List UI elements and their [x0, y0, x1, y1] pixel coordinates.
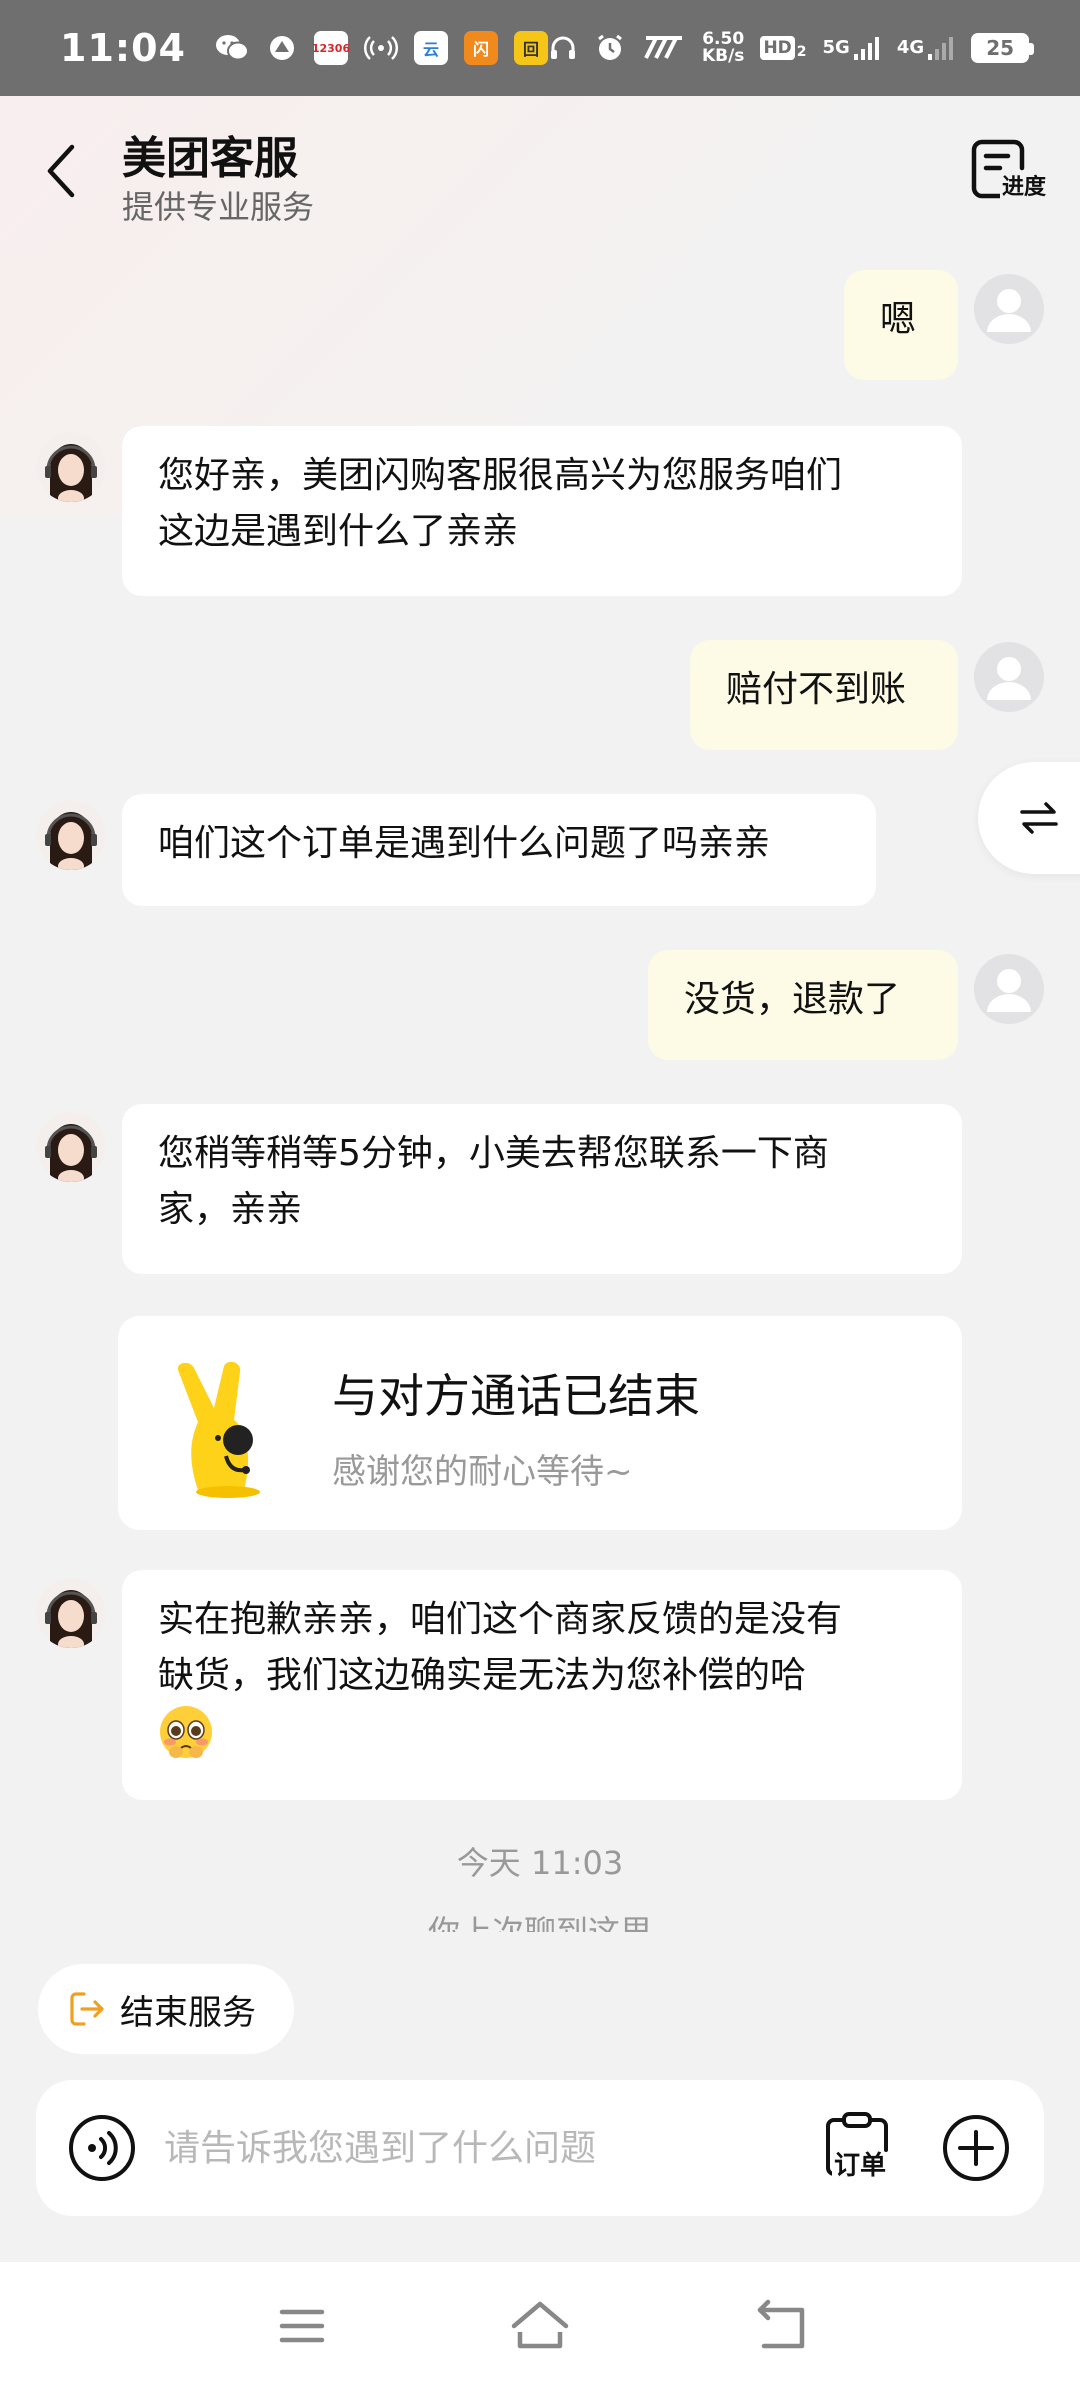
- chat-header: 美团客服 提供专业服务 进度: [0, 96, 1080, 246]
- message-text-line: 咱们这个订单是遇到什么问题了吗亲亲: [158, 823, 771, 864]
- call-ended-card[interactable]: 与对方通话已结束 感谢您的耐心等待~: [118, 1316, 962, 1530]
- agent-avatar[interactable]: [36, 800, 106, 870]
- back-nav-button[interactable]: [752, 2298, 812, 2354]
- cloud-app-icon: 云: [413, 31, 448, 65]
- nfc-icon: [642, 34, 686, 62]
- history-hint: 你上次聊到这里: [0, 1906, 1080, 1932]
- message-text: 没货，退款了: [684, 979, 901, 1020]
- user-avatar[interactable]: [974, 274, 1044, 344]
- message-text-line: 您稍等稍等5分钟，小美去帮您联系一下商: [158, 1133, 829, 1174]
- agent-avatar[interactable]: [36, 1112, 106, 1182]
- agent-avatar[interactable]: [36, 1578, 106, 1648]
- message-bubble-agent[interactable]: 您稍等稍等5分钟，小美去帮您联系一下商 家，亲亲: [122, 1104, 962, 1274]
- message-bubble-agent[interactable]: 咱们这个订单是遇到什么问题了吗亲亲: [122, 794, 876, 906]
- agent-portrait-icon: [36, 800, 106, 870]
- message-text: 嗯: [880, 299, 917, 340]
- status-time: 11:04: [60, 26, 186, 70]
- message-input[interactable]: [164, 2110, 684, 2186]
- progress-label: 进度: [1000, 175, 1049, 200]
- call-ended-subtitle: 感谢您的耐心等待~: [332, 1452, 633, 1492]
- agent-portrait-icon: [36, 432, 106, 502]
- history-hint-text: 你上次聊到这里: [427, 1913, 652, 1932]
- menu-icon: [279, 2309, 325, 2343]
- system-navigation-bar: [0, 2262, 1080, 2388]
- person-icon: [987, 969, 1031, 1012]
- message-text-line: 缺货，我们这边确实是无法为您补偿的哈: [158, 1655, 807, 1696]
- input-bar: 订单: [36, 2080, 1044, 2216]
- switch-button[interactable]: [978, 762, 1080, 874]
- yellow-app-icon: 回: [513, 31, 548, 65]
- end-service-label: 结束服务: [120, 1992, 256, 2033]
- pleading-face-emoji-icon: [160, 1706, 212, 1758]
- voice-button[interactable]: [68, 2114, 136, 2182]
- message-text-line: 这边是遇到什么了亲亲: [158, 511, 519, 552]
- back-arrow-icon: [757, 2299, 805, 2349]
- home-icon: [511, 2301, 569, 2349]
- timestamp: 今天 11:03: [456, 1844, 624, 1882]
- message-bubble-user[interactable]: 没货，退款了: [648, 950, 958, 1060]
- network-speed: 6.50 KB/s: [701, 29, 745, 66]
- end-service-button[interactable]: 结束服务: [38, 1964, 294, 2054]
- battery-icon: 25: [971, 33, 1035, 63]
- agent-portrait-icon: [36, 1112, 106, 1182]
- message-text-line: 实在抱歉亲亲，咱们这个商家反馈的是没有: [158, 1599, 843, 1640]
- agent-avatar[interactable]: [36, 432, 106, 502]
- signal-5g-icon: 5G: [823, 35, 881, 61]
- exit-icon: [70, 1992, 104, 2026]
- hotspot-icon: [363, 32, 398, 64]
- menu-nav-button[interactable]: [272, 2298, 332, 2354]
- order-button[interactable]: 订单: [822, 2110, 902, 2186]
- status-bar: 11:04 12306 云 闪 回 6.50 KB/s HD 2 5G 4G 2…: [0, 0, 1080, 96]
- back-button[interactable]: [36, 140, 86, 202]
- status-bar-right: 6.50 KB/s HD 2 5G 4G 25: [548, 29, 1035, 66]
- message-bubble-agent[interactable]: 实在抱歉亲亲，咱们这个商家反馈的是没有 缺货，我们这边确实是无法为您补偿的哈: [122, 1570, 962, 1800]
- user-avatar[interactable]: [974, 642, 1044, 712]
- add-button[interactable]: [942, 2114, 1010, 2182]
- 12306-icon: 12306: [312, 31, 350, 65]
- person-icon: [987, 289, 1031, 332]
- flash-app-icon: 闪: [463, 31, 498, 65]
- plus-circle-icon: [943, 2115, 1009, 2181]
- message-text-line: 您好亲，美团闪购客服很高兴为您服务咱们: [158, 455, 843, 496]
- hd-icon: HD 2: [760, 36, 807, 60]
- voice-icon: [69, 2115, 135, 2181]
- wechat-icon: [214, 32, 250, 64]
- chevron-left-icon: [47, 144, 75, 198]
- message-text: 赔付不到账: [726, 669, 907, 710]
- page-title: 美团客服: [122, 133, 298, 184]
- app-notification-icon: [266, 32, 298, 64]
- swap-arrows-icon: [1020, 802, 1058, 834]
- mascot-icon: [177, 1361, 260, 1498]
- message-text-line: 家，亲亲: [158, 1189, 303, 1230]
- message-bubble-user[interactable]: 赔付不到账: [690, 640, 958, 750]
- agent-portrait-icon: [36, 1578, 106, 1648]
- alarm-icon: [594, 32, 626, 64]
- signal-4g-icon: 4G: [897, 35, 955, 61]
- person-icon: [987, 657, 1031, 700]
- call-ended-title: 与对方通话已结束: [332, 1369, 700, 1423]
- order-label: 订单: [832, 2151, 889, 2181]
- status-bar-left: 11:04 12306 云 闪 回: [60, 26, 548, 70]
- emoji-row: [158, 1704, 926, 1760]
- headphones-icon: [548, 33, 578, 63]
- user-avatar[interactable]: [974, 954, 1044, 1024]
- message-bubble-user[interactable]: 嗯: [844, 270, 958, 380]
- home-nav-button[interactable]: [508, 2298, 569, 2354]
- progress-button[interactable]: 进度: [970, 138, 1050, 210]
- message-bubble-agent[interactable]: 您好亲，美团闪购客服很高兴为您服务咱们 这边是遇到什么了亲亲: [122, 426, 962, 596]
- page-subtitle: 提供专业服务: [122, 188, 315, 226]
